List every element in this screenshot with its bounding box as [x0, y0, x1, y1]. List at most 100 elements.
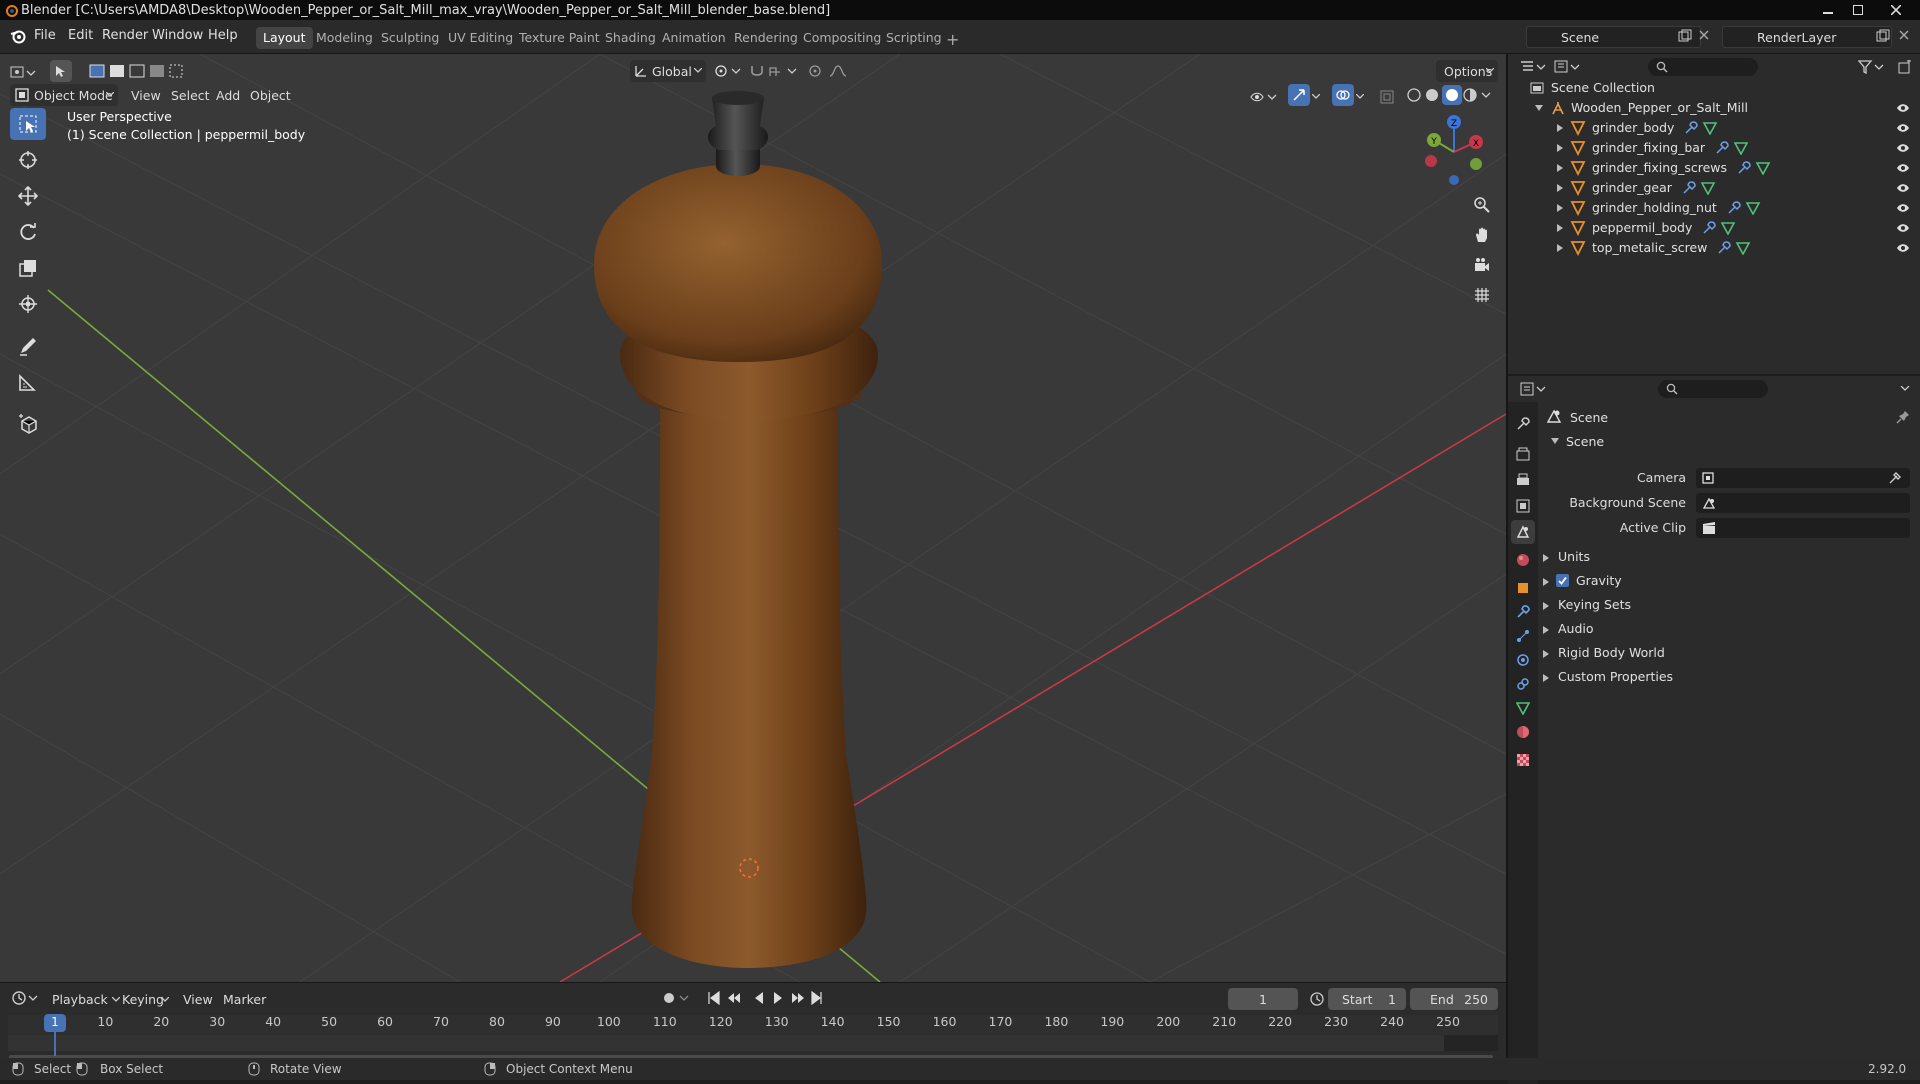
pivot-point-icon[interactable] [714, 60, 744, 82]
tab-output-icon[interactable] [1511, 468, 1535, 492]
tab-constraints-icon[interactable] [1511, 672, 1535, 696]
expand-arrow-icon[interactable] [1556, 203, 1564, 213]
tool-scale[interactable] [10, 252, 46, 284]
outliner-row-collection[interactable]: Wooden_Pepper_or_Salt_Mill [1508, 98, 1920, 118]
menu-timeline-view[interactable]: View [183, 992, 213, 1007]
current-frame-field[interactable]: 1 [1228, 988, 1298, 1010]
copy-scene-icon[interactable] [1678, 29, 1692, 43]
preview-range-icon[interactable] [1310, 992, 1324, 1006]
tool-transform[interactable] [10, 288, 46, 320]
visibility-eye-icon[interactable] [1896, 142, 1910, 154]
menu-window[interactable]: Window [152, 28, 203, 43]
tool-select-box[interactable] [10, 108, 46, 140]
tool-rotate[interactable] [10, 216, 46, 248]
tab-scene-icon[interactable] [1511, 520, 1535, 544]
properties-editor-type-icon[interactable] [1520, 382, 1546, 396]
outliner-row-object[interactable]: grinder_fixing_screws [1508, 158, 1920, 178]
render-layer-field[interactable]: RenderLayer [1722, 26, 1892, 48]
editor-type-icon[interactable] [10, 62, 40, 84]
tab-scripting[interactable]: Scripting [879, 27, 949, 49]
keyframe-track[interactable] [8, 1035, 1498, 1051]
tab-data-icon[interactable] [1511, 696, 1535, 720]
tab-animation[interactable]: Animation [655, 27, 733, 49]
zoom-icon[interactable] [1467, 190, 1497, 220]
tab-physics-icon[interactable] [1511, 648, 1535, 672]
tab-layout[interactable]: Layout [256, 27, 313, 49]
visibility-eye-icon[interactable] [1896, 182, 1910, 194]
tab-sculpting[interactable]: Sculpting [374, 27, 446, 49]
playback-controls[interactable] [708, 991, 824, 1005]
menu-help[interactable]: Help [208, 28, 238, 43]
shading-mode-group[interactable] [1404, 84, 1492, 106]
tab-modifiers-icon[interactable] [1511, 600, 1535, 624]
outliner-row-object[interactable]: grinder_fixing_bar [1508, 138, 1920, 158]
eyedropper-icon[interactable] [1888, 471, 1902, 485]
remove-layer-icon[interactable] [1898, 29, 1910, 41]
object-mode-dropdown[interactable]: Object Mode [10, 84, 118, 106]
xray-toggle-icon[interactable] [1380, 86, 1396, 108]
outliner-row-object[interactable]: peppermil_body [1508, 218, 1920, 238]
camera-field[interactable] [1696, 468, 1910, 488]
menu-keying[interactable]: Keying [122, 992, 164, 1007]
pin-icon[interactable] [1896, 410, 1910, 424]
remove-scene-icon[interactable] [1698, 29, 1710, 41]
visibility-eye-icon[interactable] [1896, 222, 1910, 234]
copy-layer-icon[interactable] [1876, 29, 1890, 43]
overlay-toggle-icon[interactable] [1332, 84, 1354, 106]
outliner-row-object[interactable]: grinder_holding_nut [1508, 198, 1920, 218]
expand-arrow-icon[interactable] [1556, 163, 1564, 173]
visibility-eye-icon[interactable] [1896, 242, 1910, 254]
select-tool-icon[interactable] [50, 60, 72, 82]
transform-orientation-dropdown[interactable]: Global [630, 60, 706, 82]
auto-keying-icon[interactable] [662, 991, 690, 1005]
tab-material-icon[interactable] [1511, 720, 1535, 744]
start-frame-field[interactable]: Start 1 [1328, 988, 1406, 1010]
expand-arrow-icon[interactable] [1556, 243, 1564, 253]
close-icon[interactable] [1884, 0, 1908, 20]
ortho-grid-icon[interactable] [1467, 280, 1497, 310]
maximize-icon[interactable] [1846, 0, 1870, 20]
selection-mode-icons[interactable] [88, 60, 184, 82]
navigation-gizmo[interactable]: Z X Y [1416, 110, 1492, 186]
timeline-editor-type-icon[interactable] [12, 991, 38, 1005]
display-mode-icon[interactable] [1554, 60, 1580, 74]
outliner-search-input[interactable] [1648, 58, 1758, 76]
end-frame-field[interactable]: End 250 [1410, 988, 1498, 1010]
tab-modeling[interactable]: Modeling [309, 27, 380, 49]
properties-search-input[interactable] [1658, 380, 1768, 398]
snap-icon[interactable] [750, 60, 800, 82]
background-scene-field[interactable] [1696, 493, 1910, 513]
expand-arrow-icon[interactable] [1556, 223, 1564, 233]
add-workspace-icon[interactable]: + [946, 30, 959, 49]
filter-icon[interactable] [1858, 60, 1886, 74]
options-dropdown[interactable]: Options [1436, 60, 1498, 82]
scene-name-field[interactable]: Scene [1526, 26, 1701, 48]
tab-particles-icon[interactable] [1511, 624, 1535, 648]
menu-view[interactable]: View [131, 84, 161, 106]
expand-arrow-icon[interactable] [1556, 143, 1564, 153]
properties-options-icon[interactable] [1900, 386, 1910, 392]
tool-annotate[interactable] [10, 330, 46, 362]
tab-uv-editing[interactable]: UV Editing [441, 27, 520, 49]
blender-menu-icon[interactable] [10, 28, 26, 44]
outliner-editor-type-icon[interactable] [1520, 60, 1546, 74]
pan-hand-icon[interactable] [1467, 220, 1497, 250]
tab-view-layer-icon[interactable] [1511, 494, 1535, 518]
keying-dropdown-icon[interactable] [161, 997, 169, 1003]
visibility-eye-icon[interactable] [1896, 122, 1910, 134]
3d-viewport[interactable]: Global Options Object Mode View Select A… [0, 54, 1506, 982]
menu-edit[interactable]: Edit [68, 28, 93, 43]
menu-render[interactable]: Render [102, 28, 148, 43]
tool-cursor[interactable] [10, 144, 46, 176]
visibility-eye-icon[interactable] [1896, 202, 1910, 214]
tab-compositing[interactable]: Compositing [796, 27, 888, 49]
tool-measure[interactable] [10, 366, 46, 398]
tab-texture-icon[interactable] [1511, 748, 1535, 772]
scene-panel-header[interactable]: Scene [1542, 428, 1914, 454]
playback-dropdown-icon[interactable] [112, 997, 120, 1003]
menu-object[interactable]: Object [250, 84, 291, 106]
tab-rendering[interactable]: Rendering [727, 27, 805, 49]
new-collection-icon[interactable] [1898, 60, 1912, 74]
menu-add[interactable]: Add [216, 84, 240, 106]
tab-texture-paint[interactable]: Texture Paint [512, 27, 607, 49]
